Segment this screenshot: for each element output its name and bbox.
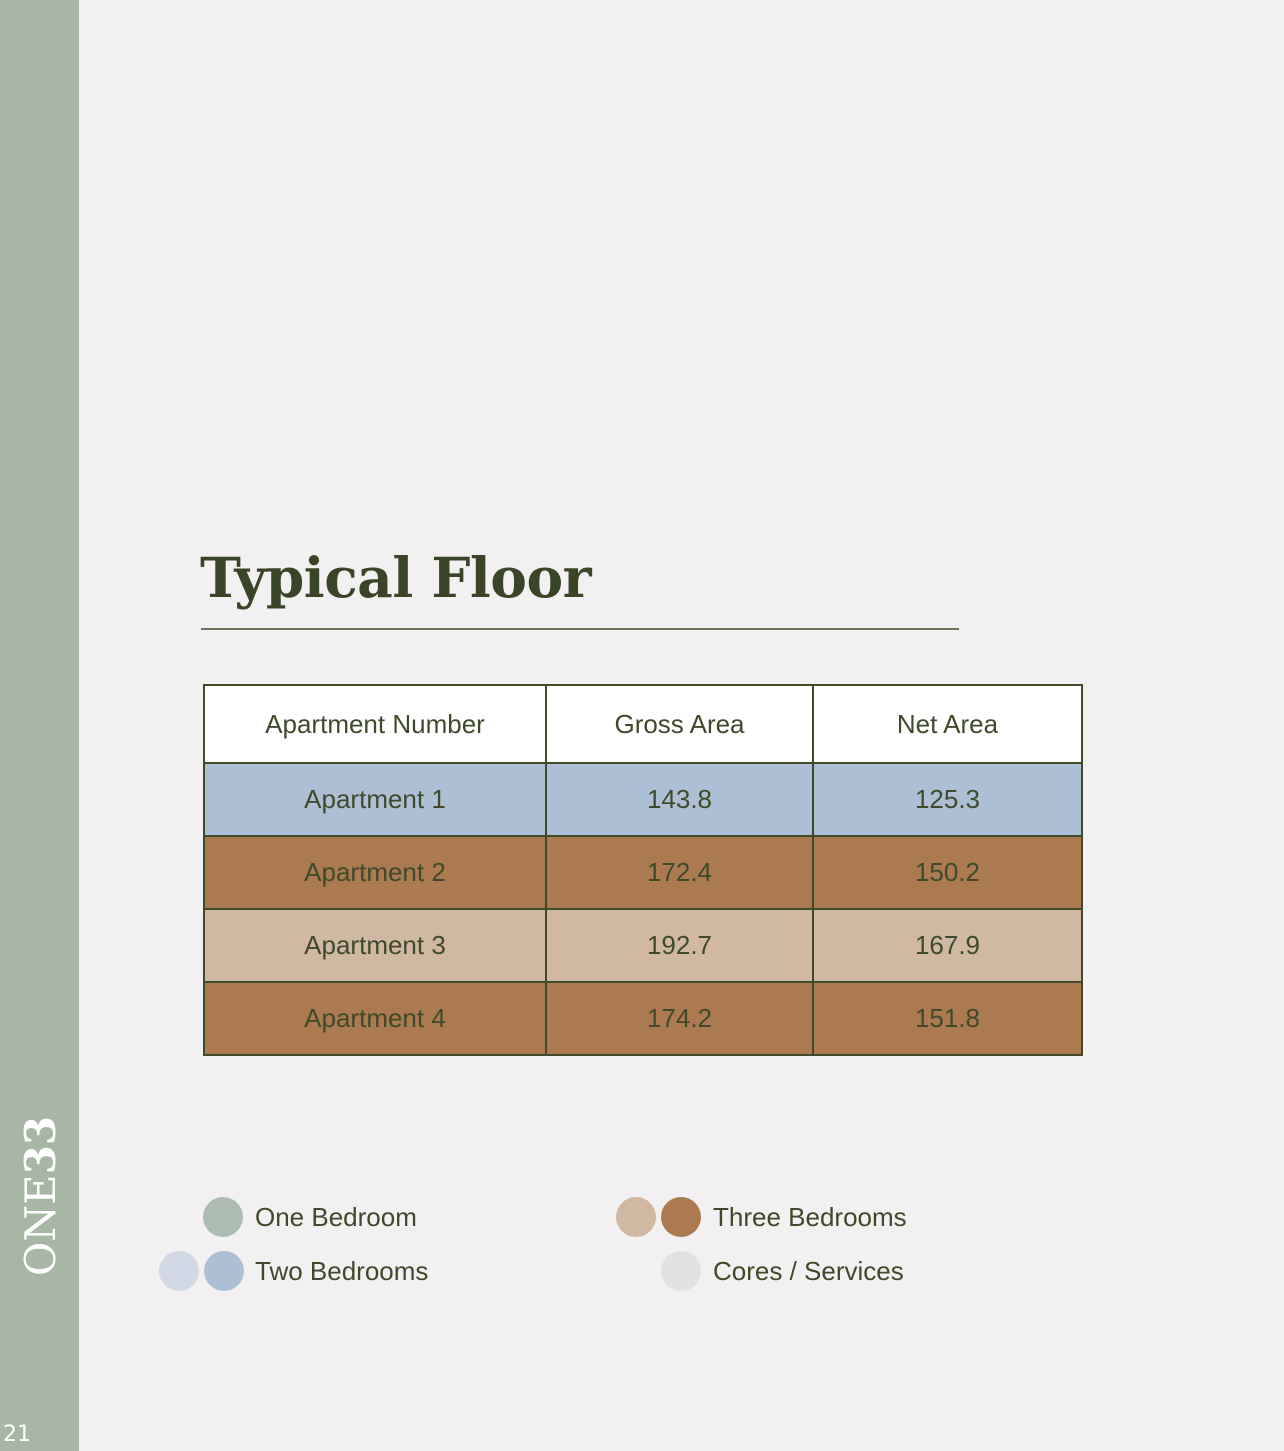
cell-apartment: Apartment 1: [203, 762, 547, 837]
header-apartment-number: Apartment Number: [203, 684, 547, 764]
table-row: Apartment 3 192.7 167.9: [203, 908, 1083, 983]
cell-gross-area: 192.7: [545, 908, 814, 983]
two-bedrooms-light-swatch-icon: [159, 1251, 199, 1291]
three-bedrooms-light-swatch-icon: [616, 1197, 656, 1237]
title-divider: [201, 628, 959, 630]
legend-three-bedrooms: Three Bedrooms: [713, 1202, 907, 1232]
cell-net-area: 125.3: [812, 762, 1083, 837]
three-bedrooms-swatch-icon: [661, 1197, 701, 1237]
page-number: 21: [3, 1422, 31, 1447]
cell-net-area: 151.8: [812, 981, 1083, 1056]
legend-one-bedroom: One Bedroom: [255, 1202, 417, 1232]
cell-apartment: Apartment 4: [203, 981, 547, 1056]
two-bedrooms-swatch-icon: [204, 1251, 244, 1291]
sidebar: ONE33 21: [0, 0, 79, 1451]
table-header-row: Apartment Number Gross Area Net Area: [203, 684, 1083, 764]
header-net-area: Net Area: [812, 684, 1083, 764]
one-bedroom-swatch-icon: [203, 1197, 243, 1237]
brand-suffix: 33: [16, 1115, 65, 1175]
legend-two-bedrooms: Two Bedrooms: [255, 1256, 429, 1286]
area-table: Apartment Number Gross Area Net Area Apa…: [203, 684, 1083, 1056]
table-row: Apartment 1 143.8 125.3: [203, 762, 1083, 837]
cell-apartment: Apartment 2: [203, 835, 547, 910]
cell-gross-area: 174.2: [545, 981, 814, 1056]
cell-net-area: 167.9: [812, 908, 1083, 983]
cell-gross-area: 172.4: [545, 835, 814, 910]
cell-net-area: 150.2: [812, 835, 1083, 910]
header-gross-area: Gross Area: [545, 684, 814, 764]
brand-prefix: ONE: [16, 1174, 65, 1277]
cell-apartment: Apartment 3: [203, 908, 547, 983]
brand-logo: ONE33: [16, 1116, 65, 1276]
cell-gross-area: 143.8: [545, 762, 814, 837]
table-row: Apartment 4 174.2 151.8: [203, 981, 1083, 1056]
page-title: Typical Floor: [200, 545, 592, 610]
legend-cores-services: Cores / Services: [713, 1256, 904, 1286]
table-row: Apartment 2 172.4 150.2: [203, 835, 1083, 910]
cores-services-swatch-icon: [661, 1251, 701, 1291]
